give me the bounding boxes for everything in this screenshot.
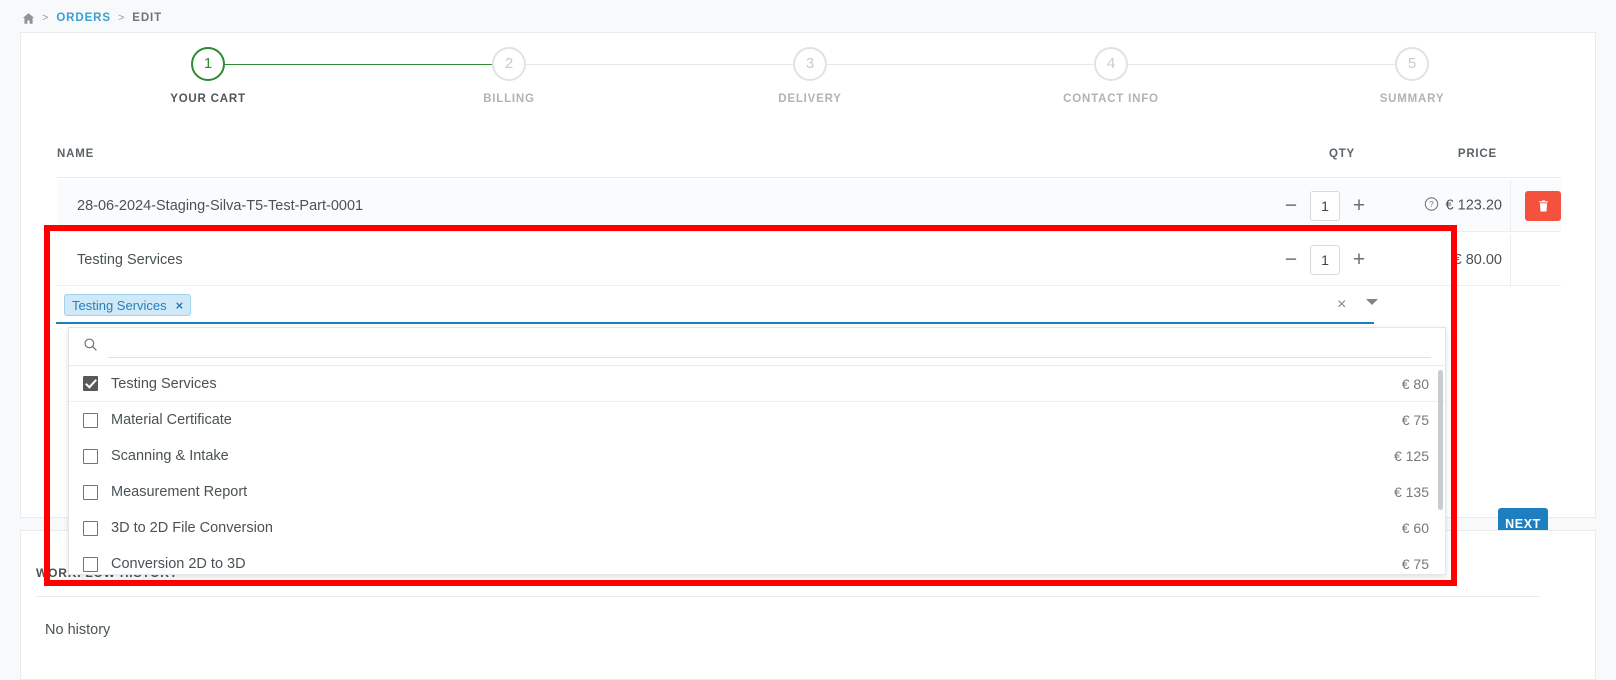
dropdown-option-price: € 125: [1393, 448, 1429, 464]
checkbox-checked-icon[interactable]: [83, 376, 98, 391]
selected-service-chip[interactable]: Testing Services ×: [64, 294, 192, 316]
quantity-decrease-button[interactable]: −: [1282, 195, 1300, 216]
chip-remove-icon[interactable]: ×: [176, 298, 184, 313]
quantity-increase-button[interactable]: +: [1350, 195, 1368, 216]
dropdown-option-price: € 75: [1401, 556, 1429, 572]
svg-text:?: ?: [1429, 200, 1434, 209]
checkbox-icon[interactable]: [83, 520, 98, 536]
dropdown-option-label: 3D to 2D File Conversion: [111, 520, 273, 536]
services-dropdown-panel: Testing Services € 80 Material Certifica…: [68, 327, 1446, 575]
checkbox-icon[interactable]: [83, 556, 98, 572]
chevron-down-icon[interactable]: [1366, 299, 1378, 305]
stepper-step-your-cart[interactable]: 1 YOUR CART: [118, 47, 298, 105]
dropdown-option-measurement-report[interactable]: Measurement Report € 135: [69, 474, 1445, 510]
dropdown-option-label: Material Certificate: [111, 412, 232, 428]
search-icon: [83, 337, 98, 357]
quantity-increase-button[interactable]: +: [1350, 249, 1368, 270]
services-multiselect[interactable]: Testing Services ×: [56, 288, 1374, 324]
stepper-bar-3-4: [810, 64, 1110, 65]
dropdown-option-price: € 75: [1401, 412, 1429, 428]
stepper-label-3: DELIVERY: [778, 93, 842, 105]
multiselect-clear-icon[interactable]: ×: [1337, 296, 1346, 314]
stepper-label-4: CONTACT INFO: [1063, 93, 1159, 105]
breadcrumb: > ORDERS > EDIT: [0, 0, 1616, 36]
dropdown-option-3d-to-2d-file-conversion[interactable]: 3D to 2D File Conversion € 60: [69, 510, 1445, 546]
dropdown-option-conversion-2d-to-3d[interactable]: Conversion 2D to 3D € 75: [69, 546, 1445, 574]
table-row: 28-06-2024-Staging-Silva-T5-Test-Part-00…: [57, 180, 1561, 232]
quantity-stepper: − 1 +: [1282, 190, 1368, 221]
question-circle-icon[interactable]: ?: [1424, 196, 1439, 215]
stepper-circle-5: 5: [1395, 47, 1429, 81]
dropdown-option-label: Measurement Report: [111, 484, 248, 500]
dropdown-search-row: [69, 328, 1445, 366]
quantity-decrease-button[interactable]: −: [1282, 249, 1300, 270]
dropdown-option-label: Conversion 2D to 3D: [111, 556, 246, 572]
dropdown-scrollbar[interactable]: [1438, 370, 1443, 510]
stepper-circle-3: 3: [793, 47, 827, 81]
checkbox-icon[interactable]: [83, 484, 98, 500]
chip-label: Testing Services: [72, 297, 167, 313]
column-header-qty: QTY: [1328, 148, 1356, 160]
breadcrumb-separator-1: >: [42, 12, 50, 24]
stepper-label-2: BILLING: [483, 93, 535, 105]
workflow-history-empty: No history: [45, 622, 111, 638]
column-header-name: NAME: [57, 148, 95, 160]
stepper-label-5: SUMMARY: [1379, 93, 1445, 105]
cart-item-name: 28-06-2024-Staging-Silva-T5-Test-Part-00…: [77, 197, 364, 214]
dropdown-option-scanning-intake[interactable]: Scanning & Intake € 125: [69, 438, 1445, 474]
stepper-bar-2-3: [509, 64, 809, 65]
cart-item-price-cell: ? € 123.20: [1387, 196, 1502, 215]
dropdown-option-label: Testing Services: [111, 375, 217, 392]
stepper-step-contact-info[interactable]: 4 CONTACT INFO: [1021, 47, 1201, 105]
dropdown-option-testing-services[interactable]: Testing Services € 80: [69, 366, 1445, 402]
breadcrumb-link-orders[interactable]: ORDERS: [56, 12, 111, 24]
trash-icon: [1538, 199, 1548, 211]
cart-item-price: € 80.00: [1453, 251, 1502, 268]
quantity-value[interactable]: 1: [1310, 244, 1340, 275]
stepper-bar-1-2: [208, 64, 508, 65]
checkbox-icon[interactable]: [83, 448, 98, 464]
dropdown-option-price: € 60: [1401, 520, 1429, 536]
stepper-bar-4-5: [1111, 64, 1411, 65]
checkout-stepper: 1 YOUR CART 2 BILLING 3 DELIVERY 4 CONTA…: [21, 47, 1597, 137]
table-row: Testing Services − 1 + € 80.00: [57, 234, 1561, 286]
dropdown-option-price: € 135: [1393, 484, 1429, 500]
workflow-history-divider: [36, 596, 1540, 597]
stepper-circle-2: 2: [492, 47, 526, 81]
dropdown-option-material-certificate[interactable]: Material Certificate € 75: [69, 402, 1445, 438]
stepper-circle-4: 4: [1094, 47, 1128, 81]
quantity-value[interactable]: 1: [1310, 190, 1340, 221]
stepper-circle-1: 1: [191, 47, 225, 81]
delete-item-button[interactable]: [1525, 190, 1561, 221]
cart-item-price: € 123.20: [1445, 197, 1502, 214]
multiselect-underline: [56, 322, 1374, 324]
stepper-step-summary[interactable]: 5 SUMMARY: [1322, 47, 1502, 105]
cart-item-price-cell: € 80.00: [1387, 252, 1502, 268]
row-vertical-divider: [1510, 234, 1511, 285]
quantity-stepper: − 1 +: [1282, 244, 1368, 275]
checkbox-icon[interactable]: [83, 412, 98, 428]
stepper-step-delivery[interactable]: 3 DELIVERY: [720, 47, 900, 105]
cart-item-name: Testing Services: [77, 251, 183, 268]
row-vertical-divider: [1510, 180, 1511, 231]
stepper-label-1: YOUR CART: [170, 93, 246, 105]
search-input[interactable]: [108, 335, 1431, 358]
cart-table-header: NAME QTY PRICE: [57, 148, 1561, 178]
page-root: > ORDERS > EDIT 1 YOUR CART 2 BILLING 3 …: [0, 0, 1616, 680]
dropdown-option-label: Scanning & Intake: [111, 448, 229, 464]
breadcrumb-current-edit: EDIT: [132, 12, 163, 24]
breadcrumb-separator-2: >: [117, 12, 126, 24]
home-icon[interactable]: [22, 12, 35, 25]
dropdown-option-price: € 80: [1401, 375, 1429, 392]
column-header-price: PRICE: [1457, 148, 1497, 160]
stepper-step-billing[interactable]: 2 BILLING: [419, 47, 599, 105]
